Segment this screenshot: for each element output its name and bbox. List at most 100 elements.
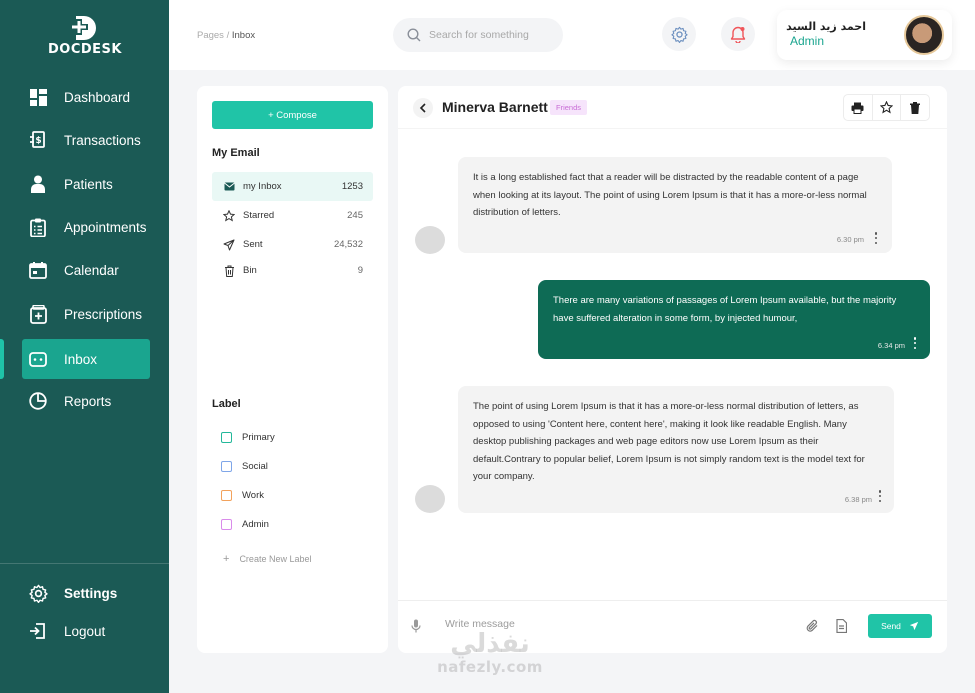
sidebar-item-label: Transactions — [64, 132, 141, 148]
sidebar-item-label: Inbox — [64, 351, 98, 367]
sidebar-item-label: Logout — [64, 623, 106, 639]
print-button[interactable] — [844, 95, 873, 120]
label-checkbox[interactable] — [221, 518, 232, 530]
paperclip-icon — [806, 619, 818, 632]
sidebar-item-logout[interactable]: Logout — [22, 611, 150, 651]
sidebar-item-calendar[interactable]: Calendar — [22, 250, 150, 290]
sidebar-item-label: Prescriptions — [64, 306, 143, 322]
label-checkbox[interactable] — [221, 431, 232, 443]
user-profile[interactable]: احمد زيد السيد Admin — [777, 10, 952, 60]
microphone-button[interactable] — [411, 619, 421, 638]
top-bar: Pages / Inbox احمد زيد السيد Admin — [169, 0, 975, 70]
sidebar-item-settings[interactable]: Settings — [22, 573, 150, 613]
notifications-button[interactable] — [721, 17, 755, 51]
message-time: 6.30 pm — [836, 235, 864, 244]
watermark-arabic: نفذلي — [450, 629, 530, 659]
mail-folders-panel: + Compose My Email my Inbox 1253 Starred… — [197, 86, 388, 653]
brand-name: DOCDESK — [48, 42, 122, 57]
label-checkbox[interactable] — [221, 489, 232, 501]
create-label-text: Create New Label — [239, 554, 312, 564]
sidebar-item-label: Settings — [64, 585, 118, 601]
message-time: 6.34 pm — [877, 341, 905, 350]
clipboard-icon — [28, 217, 48, 237]
folder-sent[interactable]: Sent 24,532 — [212, 230, 373, 259]
brand-logo[interactable]: DOCDESK — [48, 14, 122, 58]
message-text: The point of using Lorem Ipsum is that i… — [473, 401, 865, 482]
pie-chart-icon — [28, 391, 48, 411]
sidebar-item-inbox[interactable]: Inbox — [22, 339, 150, 379]
attach-document-button[interactable] — [836, 618, 848, 638]
sidebar-item-dashboard[interactable]: Dashboard — [22, 77, 150, 117]
breadcrumb-current: Inbox — [231, 30, 256, 41]
trash-icon — [910, 101, 921, 114]
folder-bin[interactable]: Bin 9 — [212, 256, 373, 285]
more-options-icon[interactable] — [878, 490, 882, 502]
message-incoming: The point of using Lorem Ipsum is that i… — [458, 386, 894, 513]
label-work[interactable]: Work — [221, 486, 264, 504]
printer-icon — [851, 102, 864, 114]
folder-name: Sent — [243, 239, 263, 250]
message-text: It is a long established fact that a rea… — [473, 172, 867, 218]
sidebar-item-reports[interactable]: Reports — [22, 381, 150, 421]
message-outgoing: There are many variations of passages of… — [538, 280, 930, 359]
create-label-button[interactable]: + Create New Label — [223, 553, 311, 565]
search-box[interactable] — [393, 18, 563, 52]
compose-button[interactable]: + Compose — [212, 101, 373, 129]
folder-my-inbox[interactable]: my Inbox 1253 — [212, 172, 373, 201]
more-options-icon[interactable] — [913, 337, 917, 349]
folder-starred[interactable]: Starred 245 — [212, 201, 373, 230]
send-button[interactable]: Send — [868, 614, 932, 638]
label-admin[interactable]: Admin — [221, 515, 269, 533]
label-name: Social — [242, 460, 268, 472]
contact-tag: Friends — [550, 100, 588, 115]
more-options-icon[interactable] — [874, 232, 878, 244]
breadcrumb-separator: / — [226, 30, 230, 41]
attach-button[interactable] — [806, 619, 819, 638]
folder-count: 1253 — [341, 181, 363, 192]
back-button[interactable] — [413, 98, 433, 118]
folder-count: 9 — [357, 265, 363, 276]
mail-icon — [222, 182, 236, 191]
composer-divider — [398, 600, 947, 601]
search-input[interactable] — [429, 29, 549, 41]
logo-mark-icon — [70, 16, 96, 40]
gear-icon — [670, 26, 688, 43]
bell-icon — [730, 26, 746, 43]
watermark-logo: نفذلي nafezly.com — [430, 630, 550, 676]
star-icon — [880, 101, 893, 114]
message-text: There are many variations of passages of… — [553, 295, 897, 324]
sender-avatar — [415, 485, 445, 513]
sender-avatar — [415, 226, 445, 254]
inbox-icon — [28, 349, 48, 369]
trash-icon — [222, 265, 236, 277]
star-button[interactable] — [873, 95, 902, 120]
message-time: 6.38 pm — [844, 495, 872, 504]
avatar[interactable] — [904, 15, 944, 55]
folder-name: my Inbox — [243, 181, 282, 192]
breadcrumb-parent[interactable]: Pages — [197, 30, 224, 41]
sidebar-item-label: Appointments — [64, 219, 147, 235]
sidebar-item-appointments[interactable]: Appointments — [22, 207, 150, 247]
settings-button[interactable] — [662, 17, 696, 51]
sidebar-item-label: Patients — [64, 176, 113, 192]
send-label: Send — [881, 621, 901, 631]
delete-button[interactable] — [901, 95, 929, 120]
folder-count: 245 — [347, 210, 363, 221]
label-primary[interactable]: Primary — [221, 428, 275, 446]
my-email-heading: My Email — [212, 147, 260, 159]
star-icon — [222, 209, 236, 222]
document-icon — [836, 618, 848, 634]
active-indicator — [0, 339, 4, 379]
chevron-left-icon — [419, 103, 426, 113]
sidebar-item-patients[interactable]: Patients — [22, 164, 150, 204]
folder-count: 24,532 — [333, 239, 363, 250]
label-heading: Label — [212, 398, 241, 410]
plus-icon: + — [223, 553, 230, 565]
label-social[interactable]: Social — [221, 457, 268, 475]
message-incoming: It is a long established fact that a rea… — [458, 157, 892, 253]
folder-name: Bin — [243, 265, 257, 276]
send-icon — [222, 239, 236, 251]
sidebar-item-transactions[interactable]: $ Transactions — [22, 120, 150, 160]
sidebar-item-prescriptions[interactable]: Prescriptions — [22, 294, 150, 334]
label-checkbox[interactable] — [221, 460, 232, 472]
